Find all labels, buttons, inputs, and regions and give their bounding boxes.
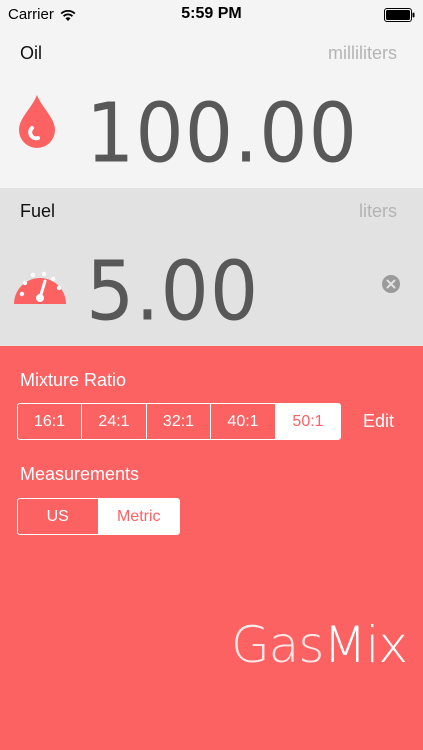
ratio-option-40[interactable]: 40:1 — [211, 404, 276, 439]
clear-icon[interactable] — [382, 275, 400, 293]
ratio-option-24[interactable]: 24:1 — [82, 404, 147, 439]
ratio-option-32[interactable]: 32:1 — [147, 404, 211, 439]
drop-icon — [19, 95, 55, 148]
oil-panel[interactable]: Oil milliliters 100.00 — [0, 30, 423, 188]
app-logo-part2: Mix — [323, 616, 408, 674]
fuel-value[interactable]: 5.00 — [86, 243, 259, 339]
oil-label: Oil — [20, 43, 42, 63]
measurements-label: Measurements — [20, 464, 140, 484]
oil-unit[interactable]: milliliters — [328, 43, 397, 64]
edit-button[interactable]: Edit — [363, 411, 394, 432]
fuel-label: Fuel — [20, 201, 56, 221]
battery-icon — [384, 8, 415, 22]
measurement-option-us[interactable]: US — [18, 499, 99, 534]
gauge-icon — [14, 271, 66, 304]
fuel-panel[interactable]: Fuel liters 5.00 — [0, 188, 423, 346]
oil-value[interactable]: 100.00 — [86, 85, 358, 181]
app-logo-part1: Gas — [230, 616, 324, 674]
measurements-control[interactable]: US Metric — [17, 498, 180, 535]
mixture-ratio-label: Mixture Ratio — [20, 370, 127, 390]
mixture-ratio-control[interactable]: 16:1 24:1 32:1 40:1 50:1 — [17, 403, 341, 440]
ratio-option-50[interactable]: 50:1 — [276, 404, 340, 439]
status-time: 5:59 PM — [181, 5, 242, 22]
ratio-option-16[interactable]: 16:1 — [18, 404, 82, 439]
measurement-option-metric[interactable]: Metric — [98, 499, 179, 534]
status-bar: Carrier 5:59 PM — [0, 0, 423, 30]
fuel-unit[interactable]: liters — [359, 201, 397, 222]
app-logo: GasMix — [230, 616, 408, 674]
